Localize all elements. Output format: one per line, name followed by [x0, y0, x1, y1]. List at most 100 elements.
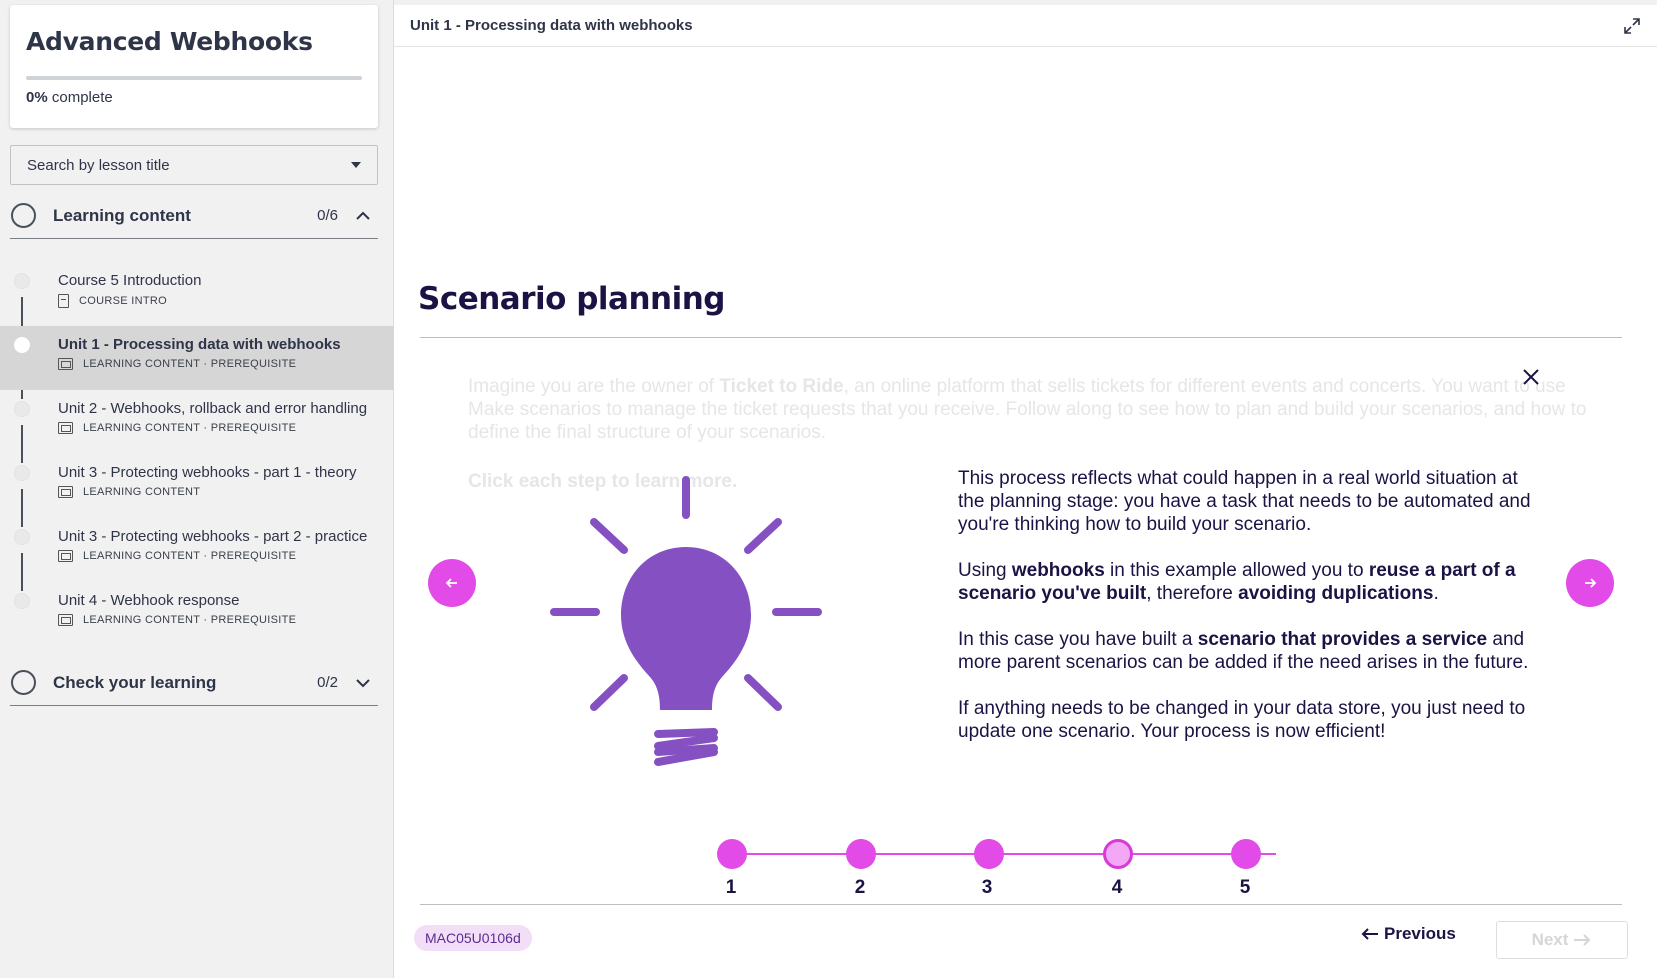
- description-paragraph: In this case you have built a scenario t…: [958, 628, 1538, 674]
- lesson-code-badge: MAC05U0106d: [414, 925, 532, 951]
- progress-percent: 0%: [26, 89, 48, 106]
- section-status-circle-icon: [11, 670, 36, 695]
- slides-icon: [58, 614, 73, 626]
- step-2-button[interactable]: [846, 839, 876, 869]
- course-progress-bar: [26, 76, 362, 80]
- lesson-item[interactable]: Unit 3 - Protecting webhooks - part 2 - …: [0, 518, 394, 582]
- description-paragraph: Using webhooks in this example allowed y…: [958, 559, 1538, 605]
- lesson-item[interactable]: Unit 2 - Webhooks, rollback and error ha…: [0, 390, 394, 454]
- previous-label: Previous: [1384, 924, 1456, 943]
- expand-icon[interactable]: [1623, 17, 1641, 35]
- footer-divider: [420, 904, 1622, 905]
- text-bold: avoiding duplications: [1238, 583, 1434, 604]
- section-count: 0/2: [317, 674, 338, 691]
- lesson-search-select[interactable]: Search by lesson title: [10, 145, 378, 185]
- course-title: Advanced Webhooks: [26, 27, 313, 56]
- chevron-down-icon[interactable]: [354, 674, 372, 692]
- section-title: Learning content: [53, 205, 191, 225]
- description-paragraph: If anything needs to be changed in your …: [958, 698, 1526, 742]
- lesson-title: Unit 3 - Protecting webhooks - part 1 - …: [58, 464, 357, 481]
- next-button[interactable]: Next: [1496, 921, 1628, 959]
- course-summary-card: Advanced Webhooks 0% complete: [10, 5, 378, 128]
- step-description: This process reflects what could happen …: [958, 467, 1538, 766]
- close-icon[interactable]: [1522, 368, 1540, 386]
- text-span: .: [1433, 583, 1439, 604]
- course-sidebar: Advanced Webhooks 0% complete Search by …: [0, 0, 394, 978]
- arrow-left-icon: [1361, 928, 1378, 940]
- previous-button[interactable]: Previous: [1360, 924, 1456, 944]
- lesson-search-label: Search by lesson title: [27, 156, 170, 174]
- lesson-item[interactable]: Unit 4 - Webhook response LEARNING CONTE…: [0, 582, 394, 646]
- lesson-meta-text: LEARNING CONTENT · PREREQUISITE: [83, 422, 297, 434]
- lesson-item[interactable]: Course 5 Introduction COURSE INTRO: [0, 262, 394, 326]
- lesson-title: Course 5 Introduction: [58, 272, 202, 289]
- lesson-content-panel: Unit 1 - Processing data with webhooks S…: [394, 5, 1657, 978]
- description-paragraph: This process reflects what could happen …: [958, 468, 1531, 535]
- next-label: Next: [1531, 930, 1569, 949]
- step-3-button[interactable]: [974, 839, 1004, 869]
- lesson-meta: LEARNING CONTENT · PREREQUISITE: [58, 422, 394, 434]
- section-learning-content[interactable]: Learning content 0/6: [10, 193, 378, 239]
- faded-intro-text: Imagine you are the owner of Ticket to R…: [468, 375, 1588, 444]
- lesson-meta: LEARNING CONTENT · PREREQUISITE: [58, 614, 394, 626]
- lesson-item[interactable]: Unit 3 - Protecting webhooks - part 1 - …: [0, 454, 394, 518]
- lesson-item-active[interactable]: Unit 1 - Processing data with webhooks L…: [0, 326, 394, 390]
- lesson-title: Unit 2 - Webhooks, rollback and error ha…: [58, 400, 368, 417]
- step-1-button[interactable]: [717, 839, 747, 869]
- lesson-meta: LEARNING CONTENT · PREREQUISITE: [58, 550, 394, 562]
- lesson-status-dot: [14, 593, 30, 609]
- slides-icon: [58, 358, 73, 370]
- process-stepper: 1 2 3 4 5: [714, 825, 1294, 898]
- document-icon: [58, 294, 69, 308]
- course-progress-text: 0% complete: [26, 89, 362, 106]
- next-slide-button[interactable]: [1566, 559, 1614, 607]
- text-span: , therefore: [1146, 583, 1239, 604]
- lesson-meta: COURSE INTRO: [58, 294, 394, 308]
- slides-icon: [58, 486, 73, 498]
- slides-icon: [58, 422, 73, 434]
- lesson-meta-text: LEARNING CONTENT · PREREQUISITE: [83, 358, 297, 370]
- slides-icon: [58, 550, 73, 562]
- text-span: In this case you have built a: [958, 629, 1198, 650]
- lightbulb-icon: [550, 476, 822, 766]
- arrow-right-icon: [1585, 578, 1597, 588]
- lesson-title: Unit 4 - Webhook response: [58, 592, 240, 609]
- lesson-meta-text: LEARNING CONTENT: [83, 486, 201, 498]
- section-status-circle-icon: [11, 203, 36, 228]
- title-divider: [420, 337, 1622, 338]
- text-bold: scenario that provides a service: [1197, 629, 1488, 650]
- lesson-meta-text: LEARNING CONTENT · PREREQUISITE: [83, 550, 297, 562]
- lesson-status-dot: [14, 401, 30, 417]
- prev-slide-button[interactable]: [428, 559, 476, 607]
- step-label: 5: [1239, 877, 1251, 898]
- step-5-button[interactable]: [1231, 839, 1261, 869]
- lesson-status-dot: [14, 273, 30, 289]
- lesson-meta: LEARNING CONTENT: [58, 486, 394, 498]
- dropdown-caret-icon: [351, 162, 361, 168]
- lesson-title: Unit 1 - Processing data with webhooks: [58, 336, 341, 353]
- step-label: 3: [981, 877, 993, 898]
- stepper-line: [732, 853, 1276, 855]
- arrow-right-icon: [1574, 934, 1591, 946]
- lesson-meta: LEARNING CONTENT · PREREQUISITE: [58, 358, 394, 370]
- section-count: 0/6: [317, 207, 338, 224]
- lesson-meta-text: LEARNING CONTENT · PREREQUISITE: [83, 614, 297, 626]
- arrow-left-icon: [445, 578, 457, 588]
- lesson-status-dot: [14, 465, 30, 481]
- lesson-status-dot: [14, 529, 30, 545]
- slide-title: Scenario planning: [418, 281, 725, 317]
- section-check-your-learning[interactable]: Check your learning 0/2: [10, 660, 378, 706]
- faded-intro-brand: Ticket to Ride: [719, 376, 844, 397]
- lesson-topbar: Unit 1 - Processing data with webhooks: [394, 5, 1657, 47]
- text-bold: webhooks: [1011, 560, 1105, 581]
- lesson-status-dot: [14, 337, 30, 353]
- chevron-up-icon[interactable]: [354, 207, 372, 225]
- lesson-topbar-title: Unit 1 - Processing data with webhooks: [410, 17, 693, 34]
- step-label: 2: [854, 877, 866, 898]
- progress-suffix: complete: [51, 89, 113, 106]
- faded-intro-part: Imagine you are the owner of: [468, 376, 720, 397]
- text-span: Using: [958, 560, 1012, 581]
- lesson-list: Course 5 Introduction COURSE INTRO Unit …: [0, 262, 394, 646]
- lesson-meta-text: COURSE INTRO: [79, 295, 167, 307]
- step-4-button[interactable]: [1103, 839, 1133, 869]
